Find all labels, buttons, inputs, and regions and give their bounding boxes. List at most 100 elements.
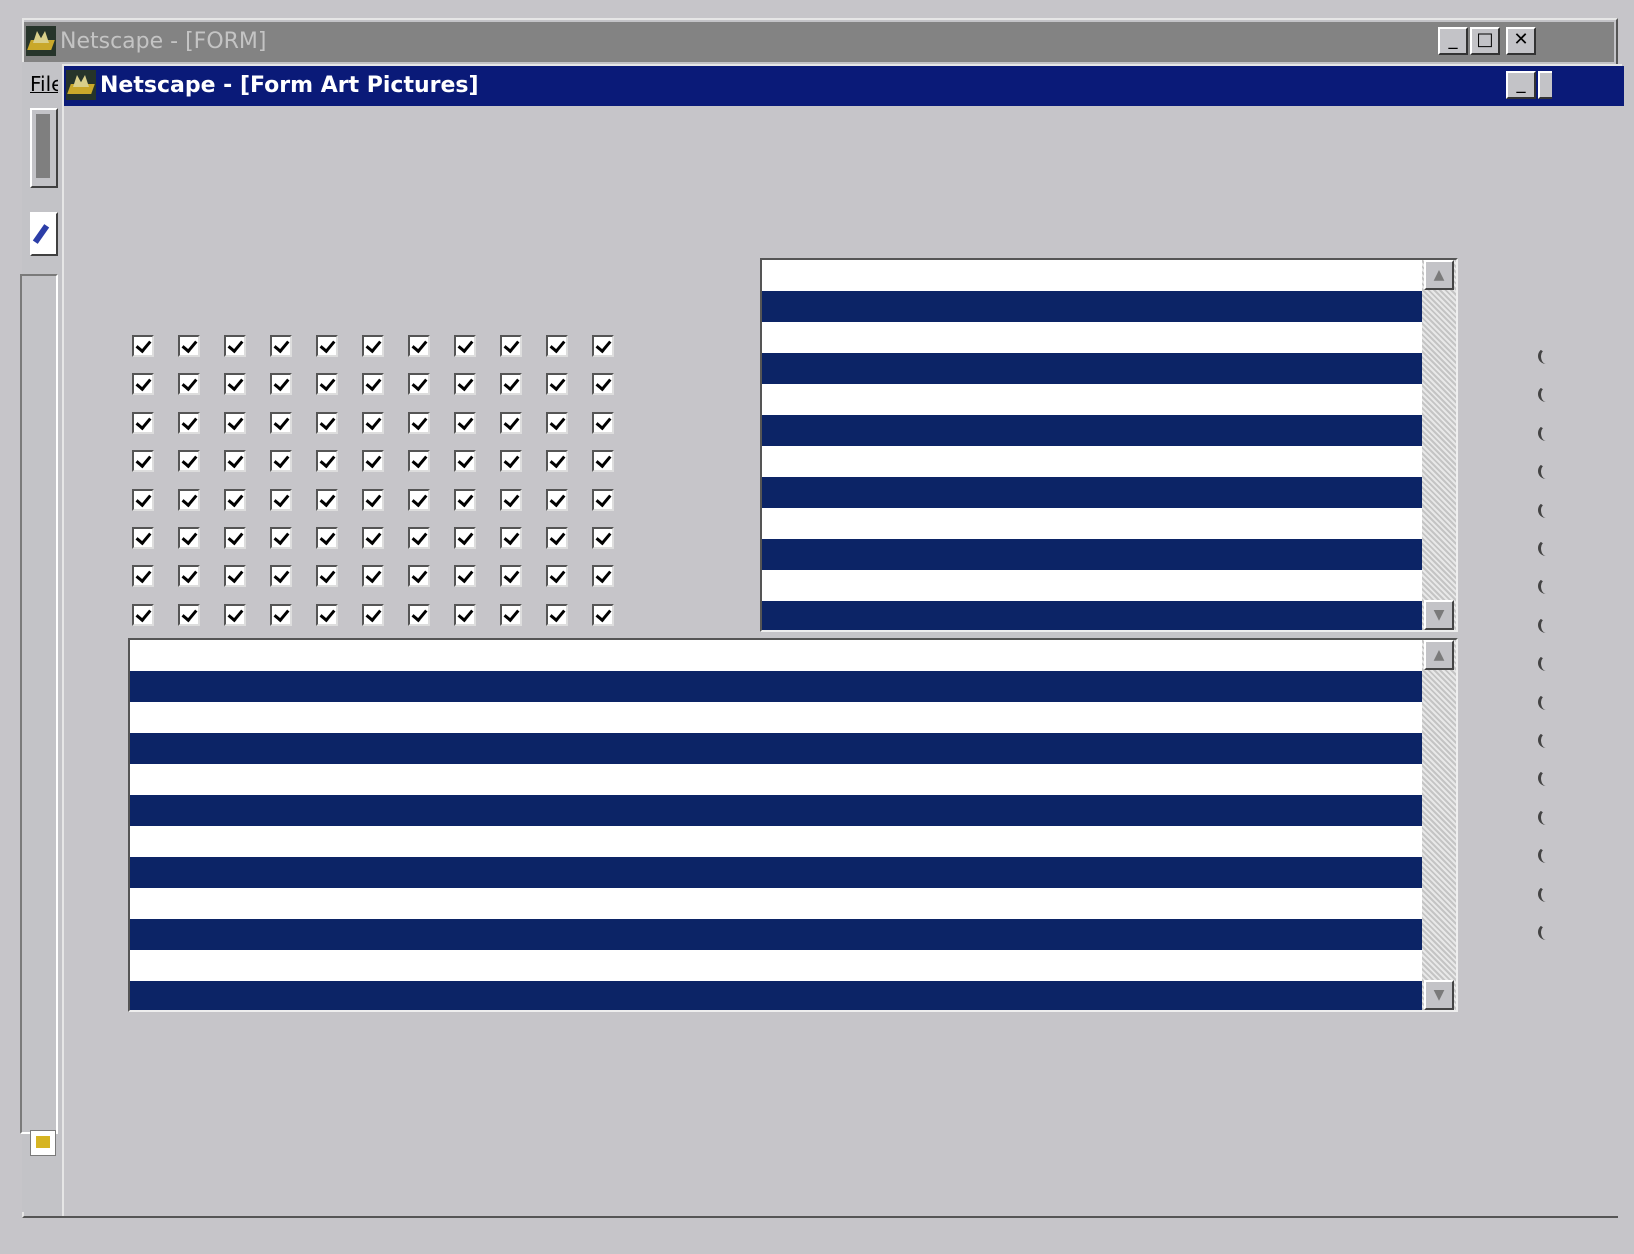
checkbox[interactable] bbox=[178, 603, 200, 626]
checkbox[interactable] bbox=[316, 450, 338, 473]
checkbox[interactable] bbox=[454, 603, 476, 626]
checkbox[interactable] bbox=[592, 488, 614, 511]
checkbox[interactable] bbox=[500, 335, 522, 357]
checkbox[interactable] bbox=[270, 565, 292, 588]
checkbox[interactable] bbox=[224, 373, 246, 396]
checkbox[interactable] bbox=[224, 603, 246, 626]
outer-maximize-button[interactable]: □ bbox=[1470, 27, 1500, 55]
checkbox[interactable] bbox=[408, 411, 430, 434]
outer-minimize-button[interactable]: _ bbox=[1438, 27, 1468, 55]
outer-close-button[interactable]: ✕ bbox=[1506, 27, 1536, 55]
checkbox[interactable] bbox=[546, 527, 568, 549]
checkbox[interactable] bbox=[362, 488, 384, 511]
checkbox[interactable] bbox=[454, 335, 476, 357]
checkbox[interactable] bbox=[408, 565, 430, 588]
checkbox[interactable] bbox=[224, 488, 246, 511]
inner-title-bar[interactable]: Netscape - [Form Art Pictures] _ bbox=[64, 66, 1624, 106]
checkbox[interactable] bbox=[454, 488, 476, 511]
checkbox[interactable] bbox=[408, 603, 430, 626]
checkbox[interactable] bbox=[592, 450, 614, 473]
checkbox[interactable] bbox=[592, 603, 614, 626]
checkbox[interactable] bbox=[454, 527, 476, 549]
checkbox[interactable] bbox=[132, 603, 154, 626]
checkbox[interactable] bbox=[454, 411, 476, 434]
checkbox[interactable] bbox=[592, 565, 614, 588]
checkbox[interactable] bbox=[362, 450, 384, 473]
status-icon[interactable] bbox=[30, 1130, 56, 1156]
checkbox[interactable] bbox=[454, 565, 476, 588]
checkbox[interactable] bbox=[178, 565, 200, 588]
checkbox[interactable] bbox=[316, 488, 338, 511]
checkbox[interactable] bbox=[546, 603, 568, 626]
checkbox[interactable] bbox=[362, 603, 384, 626]
checkbox[interactable] bbox=[500, 373, 522, 396]
checkbox[interactable] bbox=[454, 373, 476, 396]
checkbox[interactable] bbox=[592, 373, 614, 396]
checkbox[interactable] bbox=[178, 411, 200, 434]
checkbox[interactable] bbox=[592, 411, 614, 434]
checkbox[interactable] bbox=[500, 603, 522, 626]
scroll-down-button[interactable]: ▼ bbox=[1424, 980, 1454, 1010]
checkbox[interactable] bbox=[500, 488, 522, 511]
checkbox[interactable] bbox=[224, 335, 246, 357]
checkbox[interactable] bbox=[500, 450, 522, 473]
checkbox[interactable] bbox=[316, 373, 338, 396]
checkbox[interactable] bbox=[178, 450, 200, 473]
checkbox[interactable] bbox=[546, 565, 568, 588]
checkbox[interactable] bbox=[132, 411, 154, 434]
radio-button[interactable] bbox=[1538, 885, 1548, 902]
checkbox[interactable] bbox=[270, 373, 292, 396]
radio-button[interactable] bbox=[1538, 348, 1548, 364]
checkbox[interactable] bbox=[224, 411, 246, 434]
radio-button[interactable] bbox=[1538, 501, 1548, 518]
checkbox[interactable] bbox=[132, 373, 154, 396]
checkbox[interactable] bbox=[408, 488, 430, 511]
radio-button[interactable] bbox=[1538, 693, 1548, 710]
checkbox[interactable] bbox=[178, 373, 200, 396]
checkbox[interactable] bbox=[362, 527, 384, 549]
checkbox[interactable] bbox=[270, 527, 292, 549]
checkbox[interactable] bbox=[408, 450, 430, 473]
checkbox[interactable] bbox=[316, 603, 338, 626]
checkbox[interactable] bbox=[270, 411, 292, 434]
checkbox[interactable] bbox=[546, 450, 568, 473]
checkbox[interactable] bbox=[546, 373, 568, 396]
checkbox[interactable] bbox=[500, 565, 522, 588]
checkbox[interactable] bbox=[546, 488, 568, 511]
checkbox[interactable] bbox=[408, 527, 430, 549]
radio-button[interactable] bbox=[1538, 732, 1548, 748]
menu-file[interactable]: File bbox=[30, 72, 58, 96]
checkbox[interactable] bbox=[270, 450, 292, 473]
checkbox[interactable] bbox=[270, 603, 292, 626]
checkbox[interactable] bbox=[270, 335, 292, 357]
radio-button[interactable] bbox=[1538, 463, 1548, 480]
outer-toolbar-button[interactable] bbox=[30, 108, 58, 188]
checkbox[interactable] bbox=[178, 488, 200, 511]
radio-button[interactable] bbox=[1538, 655, 1548, 672]
checkbox[interactable] bbox=[132, 335, 154, 357]
upper-striped-listbox[interactable]: ▲ ▼ bbox=[760, 258, 1458, 632]
radio-button[interactable] bbox=[1538, 540, 1548, 556]
checkbox[interactable] bbox=[270, 488, 292, 511]
lower-listbox-scrollbar[interactable]: ▲ ▼ bbox=[1422, 640, 1456, 1010]
checkbox[interactable] bbox=[178, 527, 200, 549]
checkbox[interactable] bbox=[362, 373, 384, 396]
checkbox[interactable] bbox=[408, 335, 430, 357]
checkbox[interactable] bbox=[132, 565, 154, 588]
checkbox[interactable] bbox=[132, 450, 154, 473]
checkbox[interactable] bbox=[362, 411, 384, 434]
scroll-up-button[interactable]: ▲ bbox=[1424, 260, 1454, 290]
checkbox[interactable] bbox=[546, 335, 568, 357]
radio-button[interactable] bbox=[1538, 424, 1548, 441]
checkbox[interactable] bbox=[500, 527, 522, 549]
checkbox[interactable] bbox=[132, 527, 154, 549]
radio-button[interactable] bbox=[1538, 924, 1548, 940]
checkbox[interactable] bbox=[546, 411, 568, 434]
checkbox[interactable] bbox=[316, 565, 338, 588]
checkbox[interactable] bbox=[132, 488, 154, 511]
checkbox[interactable] bbox=[500, 411, 522, 434]
pencil-icon[interactable] bbox=[30, 212, 58, 256]
checkbox[interactable] bbox=[592, 335, 614, 357]
checkbox[interactable] bbox=[224, 527, 246, 549]
checkbox[interactable] bbox=[316, 527, 338, 549]
